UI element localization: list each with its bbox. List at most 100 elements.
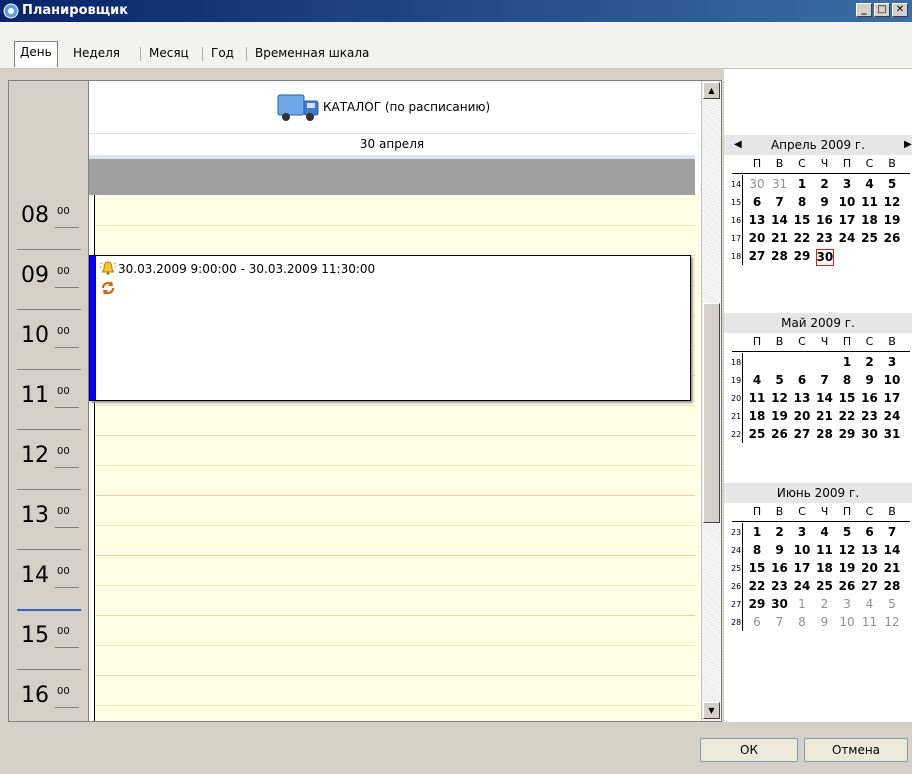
- mini-calendar-day[interactable]: 20: [861, 561, 879, 575]
- mini-calendar-day[interactable]: 26: [883, 231, 901, 245]
- minimize-button[interactable]: _: [856, 3, 872, 17]
- mini-calendar-day[interactable]: 2: [816, 597, 834, 611]
- mini-calendar-day[interactable]: 9: [816, 195, 834, 209]
- mini-calendar-today[interactable]: 30: [815, 249, 834, 266]
- mini-calendar-day[interactable]: 8: [748, 543, 766, 557]
- mini-calendar-day[interactable]: 7: [771, 615, 789, 629]
- ok-button[interactable]: ОК: [700, 738, 798, 762]
- scroll-thumb[interactable]: [703, 303, 720, 523]
- mini-calendar-day[interactable]: 5: [883, 597, 901, 611]
- mini-calendar-day[interactable]: 3: [883, 355, 901, 369]
- tab-day[interactable]: День: [14, 41, 58, 67]
- mini-calendar-day[interactable]: 21: [816, 409, 834, 423]
- mini-calendar-day[interactable]: 12: [771, 391, 789, 405]
- next-month-icon[interactable]: ▶: [904, 139, 912, 150]
- mini-calendar-day[interactable]: 13: [793, 391, 811, 405]
- mini-calendar-day[interactable]: 16: [816, 213, 834, 227]
- prev-month-icon[interactable]: ◀: [734, 139, 742, 150]
- mini-calendar-day[interactable]: 11: [861, 195, 879, 209]
- mini-calendar-day[interactable]: 24: [838, 231, 856, 245]
- mini-calendar-day[interactable]: 25: [748, 427, 766, 441]
- mini-calendar-day[interactable]: 18: [861, 213, 879, 227]
- mini-calendar-day[interactable]: 27: [748, 249, 766, 263]
- mini-calendar-day[interactable]: 25: [816, 579, 834, 593]
- mini-calendar-day[interactable]: 17: [838, 213, 856, 227]
- mini-calendar-day[interactable]: 6: [793, 373, 811, 387]
- mini-calendar-day[interactable]: 25: [861, 231, 879, 245]
- mini-calendar-day[interactable]: 24: [793, 579, 811, 593]
- scroll-up-button[interactable]: ▲: [703, 82, 720, 99]
- mini-calendar-day[interactable]: 10: [838, 195, 856, 209]
- mini-calendar-day[interactable]: 15: [838, 391, 856, 405]
- mini-calendar-day[interactable]: 1: [748, 525, 766, 539]
- mini-calendar-day[interactable]: 14: [816, 391, 834, 405]
- mini-calendar-day[interactable]: 17: [793, 561, 811, 575]
- mini-calendar-day[interactable]: 11: [816, 543, 834, 557]
- mini-calendar-day[interactable]: 12: [883, 615, 901, 629]
- mini-calendar-day[interactable]: 22: [748, 579, 766, 593]
- mini-calendar-day[interactable]: 3: [838, 177, 856, 191]
- mini-calendar-day[interactable]: 23: [816, 231, 834, 245]
- appointment[interactable]: 30.03.2009 9:00:00 - 30.03.2009 11:30:00: [89, 255, 691, 401]
- mini-calendar-day[interactable]: 15: [793, 213, 811, 227]
- day-date-header[interactable]: 30 апреля: [89, 133, 695, 155]
- mini-calendar-day[interactable]: 1: [793, 597, 811, 611]
- mini-calendar-day[interactable]: 4: [861, 177, 879, 191]
- mini-calendar-day[interactable]: 4: [861, 597, 879, 611]
- mini-calendar-day[interactable]: 28: [771, 249, 789, 263]
- mini-calendar-day[interactable]: 4: [748, 373, 766, 387]
- mini-calendar-day[interactable]: 13: [861, 543, 879, 557]
- mini-calendar-day[interactable]: 6: [748, 615, 766, 629]
- mini-calendar-day[interactable]: 1: [838, 355, 856, 369]
- mini-calendar-day[interactable]: 26: [838, 579, 856, 593]
- mini-calendar-day[interactable]: 7: [771, 195, 789, 209]
- mini-calendar-day[interactable]: 10: [793, 543, 811, 557]
- mini-calendar-day[interactable]: 3: [793, 525, 811, 539]
- mini-calendar-day[interactable]: 5: [771, 373, 789, 387]
- mini-calendar-day[interactable]: 26: [771, 427, 789, 441]
- mini-calendar-day[interactable]: 11: [861, 615, 879, 629]
- mini-calendar-day[interactable]: 8: [793, 615, 811, 629]
- mini-calendar-day[interactable]: 16: [861, 391, 879, 405]
- cancel-button[interactable]: Отмена: [804, 738, 908, 762]
- mini-calendar-day[interactable]: 13: [748, 213, 766, 227]
- scroll-down-button[interactable]: ▼: [703, 702, 720, 719]
- mini-calendar-day[interactable]: 19: [883, 213, 901, 227]
- mini-calendar-day[interactable]: 31: [771, 177, 789, 191]
- mini-calendar-day[interactable]: 16: [771, 561, 789, 575]
- mini-calendar-day[interactable]: 2: [861, 355, 879, 369]
- mini-calendar-day[interactable]: 20: [748, 231, 766, 245]
- mini-calendar-day[interactable]: 30: [748, 177, 766, 191]
- mini-calendar-day[interactable]: 2: [816, 177, 834, 191]
- mini-calendar-day[interactable]: 30: [771, 597, 789, 611]
- mini-calendar-day[interactable]: 15: [748, 561, 766, 575]
- mini-calendar-day[interactable]: 27: [793, 427, 811, 441]
- mini-calendar-day[interactable]: 11: [748, 391, 766, 405]
- mini-calendar-day[interactable]: 4: [816, 525, 834, 539]
- mini-calendar-day[interactable]: 29: [748, 597, 766, 611]
- vertical-scrollbar[interactable]: ▲ ▼: [701, 81, 721, 721]
- mini-calendar-day[interactable]: 18: [748, 409, 766, 423]
- mini-calendar-day[interactable]: 12: [838, 543, 856, 557]
- mini-calendar-day[interactable]: 19: [838, 561, 856, 575]
- mini-calendar-day[interactable]: 24: [883, 409, 901, 423]
- mini-calendar-day[interactable]: 5: [838, 525, 856, 539]
- mini-calendar-day[interactable]: 14: [883, 543, 901, 557]
- mini-calendar-day[interactable]: 30: [861, 427, 879, 441]
- mini-calendar-day[interactable]: 6: [861, 525, 879, 539]
- mini-calendar-day[interactable]: 9: [771, 543, 789, 557]
- mini-calendar-day[interactable]: 10: [838, 615, 856, 629]
- mini-calendar-day[interactable]: 21: [883, 561, 901, 575]
- mini-calendar-day[interactable]: 22: [793, 231, 811, 245]
- mini-calendar-day[interactable]: 3: [838, 597, 856, 611]
- mini-calendar-day[interactable]: 23: [861, 409, 879, 423]
- mini-calendar-day[interactable]: 29: [793, 249, 811, 263]
- mini-calendar-day[interactable]: 1: [793, 177, 811, 191]
- all-day-area[interactable]: [89, 159, 695, 195]
- mini-calendar-day[interactable]: 7: [883, 525, 901, 539]
- mini-calendar-day[interactable]: 5: [883, 177, 901, 191]
- mini-calendar-day[interactable]: 9: [816, 615, 834, 629]
- mini-calendar-day[interactable]: 19: [771, 409, 789, 423]
- mini-calendar-day[interactable]: 9: [861, 373, 879, 387]
- mini-calendar-day[interactable]: 31: [883, 427, 901, 441]
